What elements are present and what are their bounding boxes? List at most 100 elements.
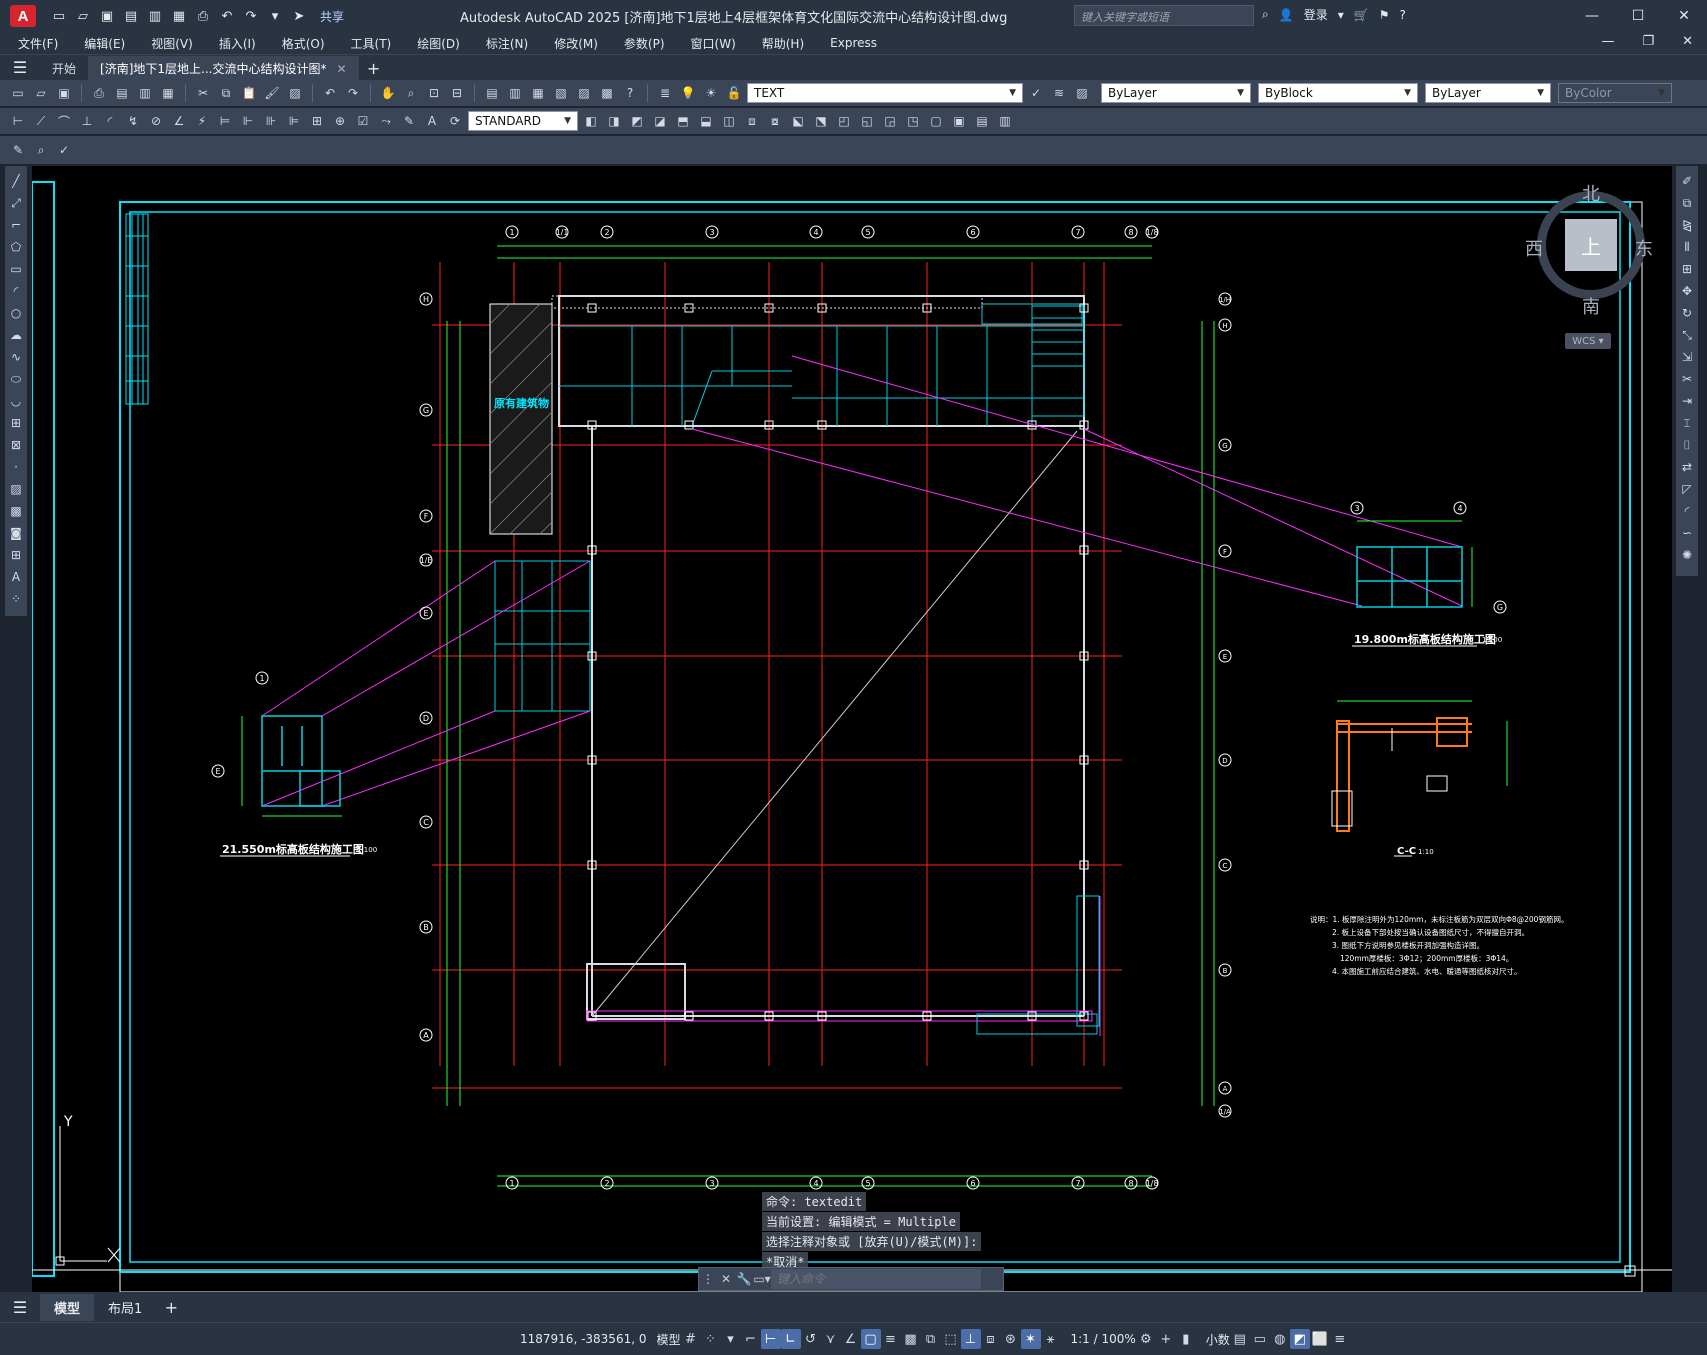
menu-dimension[interactable]: 标注(N) [486,35,528,52]
infer-icon[interactable]: ⌐ [741,1329,761,1349]
hamburger-menu-icon[interactable]: ☰ [0,55,40,80]
zoom-window-icon[interactable]: ⊡ [424,83,444,103]
jogged-linear-icon[interactable]: ⤳ [376,111,396,131]
doc-close-icon[interactable]: ✕ [1682,34,1693,49]
slice-icon[interactable]: ⬕ [788,111,808,131]
isolate-objects-icon[interactable]: ◍ [1270,1329,1290,1349]
units-icon[interactable]: ▮ [1176,1329,1196,1349]
layer-lock-icon[interactable]: 🔓 [724,83,744,103]
layer-state-icon[interactable]: ▨ [1072,83,1092,103]
ellipse-arc-icon[interactable]: ◡ [7,392,25,410]
units-dropdown[interactable]: 小数 [1206,1331,1230,1348]
center-mark-icon[interactable]: ⊕ [330,111,350,131]
dim-text-edit-icon[interactable]: A [422,111,442,131]
construction-line-icon[interactable]: ⤢ [7,194,25,212]
dynamic-input-icon[interactable]: ⊢ [760,1329,781,1349]
3d-print-icon[interactable]: ▦ [158,83,178,103]
cut-icon[interactable]: ✂ [193,83,213,103]
section-icon[interactable]: ⬔ [811,111,831,131]
pan-icon[interactable]: ✋ [378,83,398,103]
array-icon[interactable]: ⊞ [1678,260,1696,278]
cursor-coordinates[interactable]: 1187916, -383561, 0 [520,1332,646,1346]
mtext-icon[interactable]: A [7,568,25,586]
osnap-icon[interactable]: ▢ [860,1329,881,1349]
transparency-icon[interactable]: ▩ [901,1329,921,1349]
quick-properties-icon[interactable]: ▤ [1230,1329,1250,1349]
make-block-icon[interactable]: ⊠ [7,436,25,454]
offset-icon[interactable]: ⫴ [1678,238,1696,256]
paste-icon[interactable]: 📋 [239,83,259,103]
dim-angular-icon[interactable]: ∠ [169,111,189,131]
linetype-dropdown[interactable]: ByBlock ▼ [1258,83,1418,103]
lineweight-icon[interactable]: ≡ [881,1329,901,1349]
doc-restore-icon[interactable]: ❐ [1642,34,1654,49]
selection-cycling-icon[interactable]: ⧉ [921,1329,941,1349]
interfere-icon[interactable]: ◰ [834,111,854,131]
snap-menu-icon[interactable]: ▾ [721,1329,741,1349]
markup-icon[interactable]: ▨ [574,83,594,103]
lock-ui-icon[interactable]: ▭ [1250,1329,1270,1349]
share-icon[interactable]: ➤ [290,7,308,25]
line-icon[interactable]: ╱ [7,172,25,190]
sphere-icon[interactable]: ◪ [650,111,670,131]
annotation-autoscale-icon[interactable]: ⚹ [1041,1329,1061,1349]
scale-icon[interactable]: ⤡ [1678,326,1696,344]
doc-minimize-icon[interactable]: — [1601,34,1614,49]
share-label[interactable]: 共享 [320,8,344,25]
object-track-icon[interactable]: ∠ [841,1329,861,1349]
menu-parametric[interactable]: 参数(P) [624,35,665,52]
box-icon[interactable]: ◧ [581,111,601,131]
qat-more-icon[interactable]: ▾ [266,7,284,25]
viewcube-top-face[interactable]: 上 [1565,219,1617,271]
plot-icon[interactable]: ⎙ [89,83,109,103]
tab-start[interactable]: 开始 [40,56,88,80]
properties-icon[interactable]: ▤ [482,83,502,103]
extend-icon[interactable]: ⇥ [1678,392,1696,410]
menu-view[interactable]: 视图(V) [151,35,193,52]
edit-text-icon[interactable]: ✎ [8,140,28,160]
menu-edit[interactable]: 编辑(E) [84,35,125,52]
help-search-input[interactable]: 键入关键字或短语 [1074,5,1254,26]
help-icon[interactable]: ? [620,83,640,103]
compass-north[interactable]: 北 [1582,180,1600,206]
redo-icon[interactable]: ↷ [242,7,260,25]
menu-format[interactable]: 格式(O) [282,35,325,52]
publish-icon[interactable]: ▥ [146,7,164,25]
copy-object-icon[interactable]: ⧉ [1678,194,1696,212]
spell-check-icon[interactable]: ✓ [54,140,74,160]
command-prompt-icon[interactable]: ▭▾ [753,1272,771,1286]
imprint-icon[interactable]: ◲ [880,111,900,131]
move-icon[interactable]: ✥ [1678,282,1696,300]
menu-file[interactable]: 文件(F) [18,35,58,52]
dim-radius-icon[interactable]: ◜ [100,111,120,131]
block-editor-icon[interactable]: ▨ [285,83,305,103]
chamfer-icon[interactable]: ◸ [1678,480,1696,498]
calculator-icon[interactable]: ▩ [597,83,617,103]
polygon-icon[interactable]: ⬠ [7,238,25,256]
layer-freeze-icon[interactable]: ☀ [701,83,721,103]
workspace-gear-icon[interactable]: ⚙ [1136,1329,1156,1349]
dynamic-ucs-icon[interactable]: ⊥ [960,1329,981,1349]
layer-on-icon[interactable]: 💡 [678,83,698,103]
new-tab-icon[interactable]: + [359,56,389,80]
tool-palettes-icon[interactable]: ▦ [528,83,548,103]
explode-icon[interactable]: ✺ [1678,546,1696,564]
save-as-icon[interactable]: ▤ [122,7,140,25]
design-center-icon[interactable]: ▥ [505,83,525,103]
intersect-icon[interactable]: ⧇ [765,111,785,131]
match-properties-icon[interactable]: 🖌 [262,83,282,103]
model-space-toggle[interactable]: 模型 [656,1331,680,1348]
shell-icon[interactable]: ◱ [857,111,877,131]
arc-icon[interactable]: ◜ [7,282,25,300]
fillet-icon[interactable]: ◜ [1678,502,1696,520]
compass-south[interactable]: 南 [1582,293,1600,319]
separate-icon[interactable]: ◳ [903,111,923,131]
trim-icon[interactable]: ✂ [1678,370,1696,388]
tab-drawing[interactable]: [济南]地下1层地上...交流中心结构设计图* ✕ [88,56,359,80]
autocad-logo[interactable]: A [10,5,36,27]
clean-screen-icon[interactable]: ⬜ [1310,1329,1330,1349]
blend-icon[interactable]: ∽ [1678,524,1696,542]
cylinder-icon[interactable]: ◨ [604,111,624,131]
selection-filter-icon[interactable]: ⧈ [981,1329,1001,1349]
preview-icon[interactable]: ▤ [112,83,132,103]
